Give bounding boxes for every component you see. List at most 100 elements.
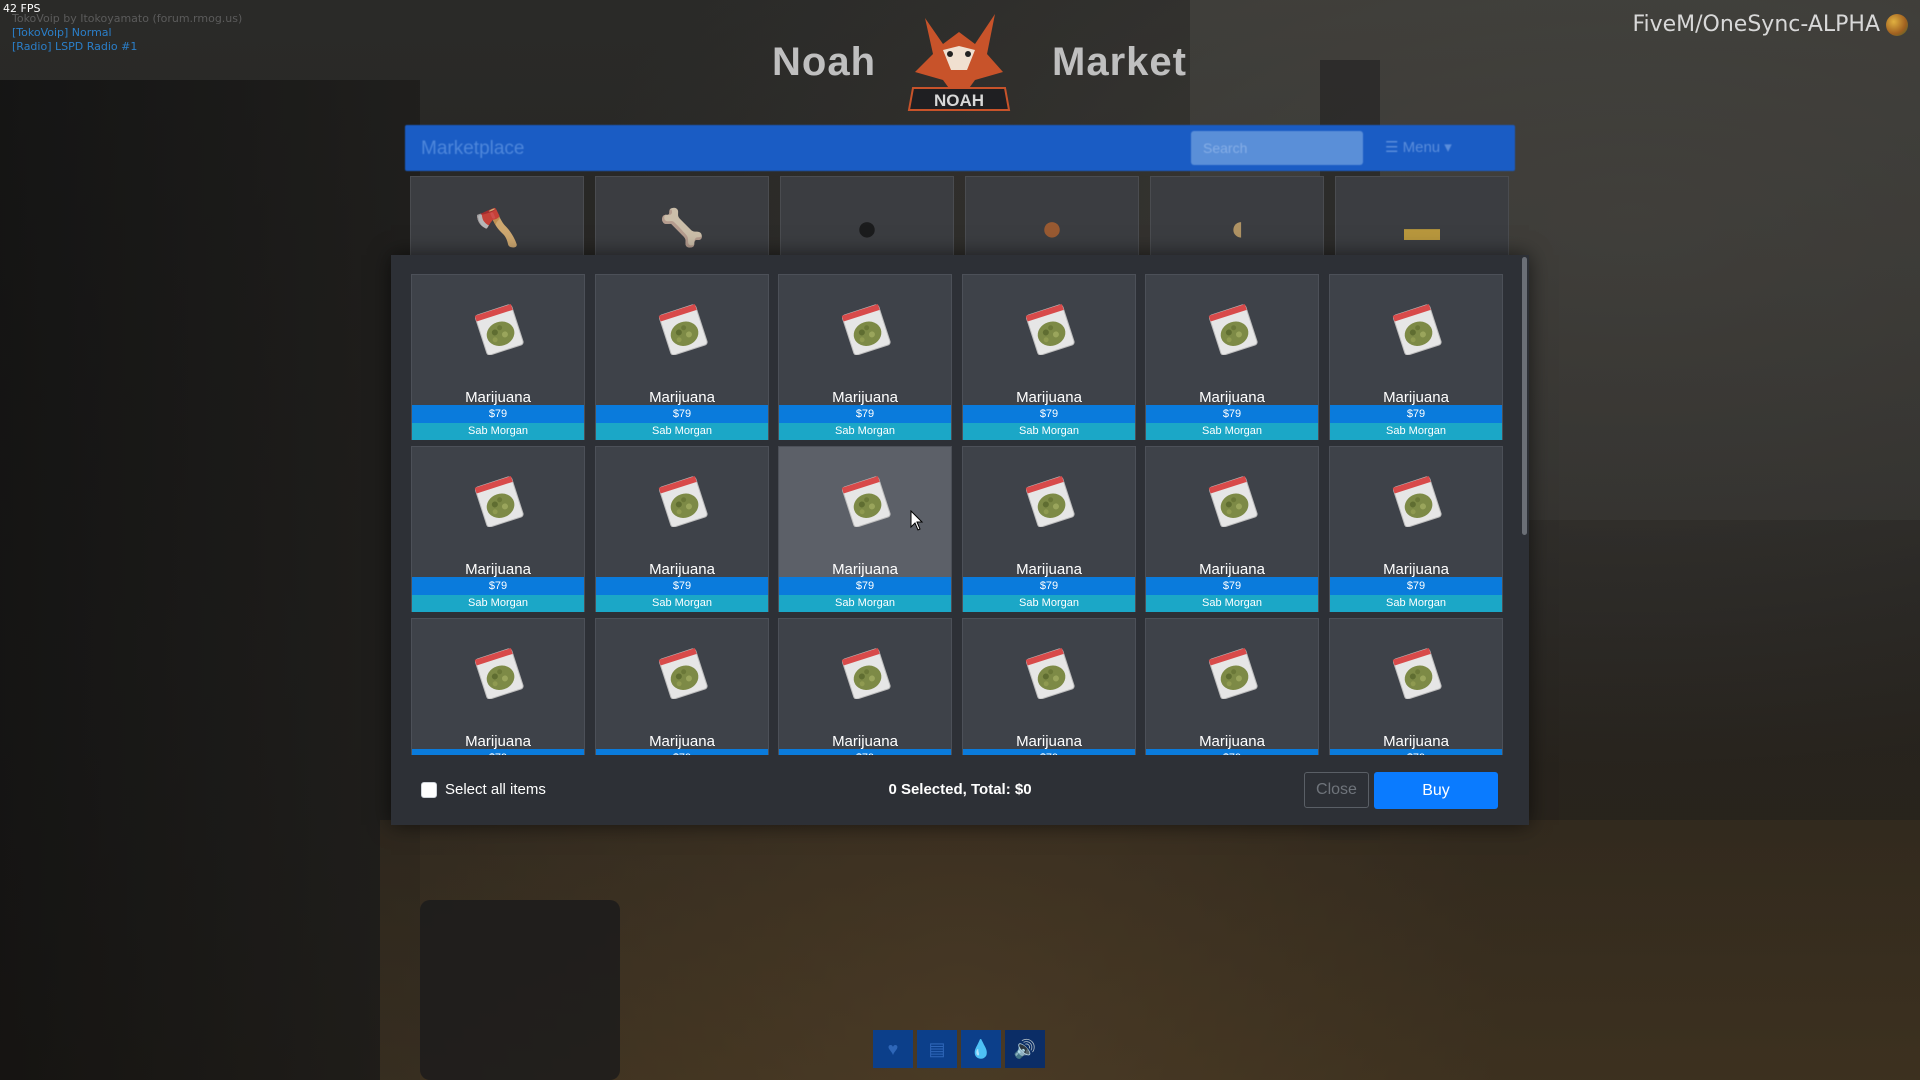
item-price: $79 xyxy=(1146,405,1318,423)
bone-icon: 🦴 xyxy=(595,176,769,256)
marijuana-bag-icon xyxy=(474,476,524,527)
close-button[interactable]: Close xyxy=(1304,772,1369,808)
marijuana-bag-icon xyxy=(1208,476,1258,527)
item-card[interactable]: Marijuana$79Sab Morgan xyxy=(411,274,585,440)
item-price: $79 xyxy=(412,405,584,423)
brand-title-left: Noah xyxy=(772,40,876,84)
food-icon: ▤ xyxy=(917,1030,957,1068)
item-seller: Sab Morgan xyxy=(1330,423,1502,440)
marijuana-bag-icon xyxy=(1025,304,1075,355)
item-seller: Sab Morgan xyxy=(1146,423,1318,440)
item-card[interactable]: Marijuana$79Sab Morgan xyxy=(595,446,769,612)
item-card[interactable]: Marijuana$79Sab Morgan xyxy=(595,618,769,755)
marijuana-bag-icon xyxy=(658,476,708,527)
item-name: Marijuana xyxy=(1016,733,1082,750)
marijuana-bag-icon xyxy=(1025,476,1075,527)
item-card[interactable]: Marijuana$79Sab Morgan xyxy=(1145,618,1319,755)
item-name: Marijuana xyxy=(832,389,898,406)
item-card[interactable]: Marijuana$79Sab Morgan xyxy=(1145,274,1319,440)
hatchet-icon: 🪓 xyxy=(410,176,584,256)
modal-body[interactable]: Marijuana $79 Sab Morgan Marijuana $79 Sab Mo… xyxy=(391,255,1529,755)
background-wall xyxy=(0,80,420,1080)
item-seller: Sab Morgan xyxy=(596,595,768,612)
item-name: Marijuana xyxy=(649,733,715,750)
voip-overlay: TokoVoip by Itokoyamato (forum.rmog.us) … xyxy=(12,12,242,54)
radio-channel: [Radio] LSPD Radio #1 xyxy=(12,40,138,53)
item-seller: Sab Morgan xyxy=(779,423,951,440)
marijuana-bag-icon xyxy=(1392,304,1442,355)
item-seller: Sab Morgan xyxy=(412,595,584,612)
scrollbar-thumb[interactable] xyxy=(1522,257,1527,535)
item-card[interactable]: Marijuana$79Sab Morgan xyxy=(411,618,585,755)
item-price: $79 xyxy=(963,577,1135,595)
item-name: Marijuana xyxy=(832,733,898,750)
fox-logo-icon: NOAH xyxy=(907,14,1011,111)
item-seller: Sab Morgan xyxy=(963,423,1135,440)
modal-footer: Select all items 0 Selected, Total: $0 C… xyxy=(391,755,1529,825)
coal-icon: ● xyxy=(780,176,954,256)
item-name: Marijuana xyxy=(465,733,531,750)
marijuana-bag-icon xyxy=(658,304,708,355)
item-name: Marijuana xyxy=(649,561,715,578)
item-price: $79 xyxy=(963,405,1135,423)
item-name: Marijuana xyxy=(1199,733,1265,750)
item-card[interactable]: Marijuana$79Sab Morgan xyxy=(962,618,1136,755)
item-name: Marijuana xyxy=(1383,389,1449,406)
item-price: $79 xyxy=(779,405,951,423)
item-card[interactable]: Marijuana$79Sab Morgan xyxy=(1329,446,1503,612)
item-seller: Sab Morgan xyxy=(779,595,951,612)
item-name: Marijuana xyxy=(832,561,898,578)
item-card[interactable]: Marijuana$79Sab Morgan xyxy=(1145,446,1319,612)
search-input[interactable] xyxy=(1191,131,1363,165)
heart-icon: ♥ xyxy=(873,1030,913,1068)
server-name: FiveM/OneSync-ALPHA xyxy=(1632,12,1880,37)
item-card[interactable]: Marijuana$79Sab Morgan xyxy=(962,446,1136,612)
marketplace-navbar: Marketplace ☰ Menu ▾ xyxy=(405,125,1515,171)
item-name: Marijuana xyxy=(1016,389,1082,406)
gold-bar-icon: ▬ xyxy=(1335,176,1509,256)
marijuana-bag-icon xyxy=(1208,304,1258,355)
item-card[interactable]: Marijuana$79Sab Morgan xyxy=(778,618,952,755)
item-seller: Sab Morgan xyxy=(412,423,584,440)
item-name: Marijuana xyxy=(1016,561,1082,578)
brand-title-right: Market xyxy=(1052,40,1187,84)
item-seller: Sab Morgan xyxy=(596,423,768,440)
marijuana-bag-icon xyxy=(1025,648,1075,699)
purchase-modal: Marijuana $79 Sab Morgan Marijuana $79 Sab Mo… xyxy=(391,255,1529,825)
buy-button[interactable]: Buy xyxy=(1374,772,1498,809)
background-item-tiles: 🪓 🦴 ● ● ◖ ▬ xyxy=(410,176,1510,256)
logo-text: NOAH xyxy=(934,91,984,110)
item-card[interactable]: Marijuana$79Sab Morgan xyxy=(962,274,1136,440)
marijuana-bag-icon xyxy=(1392,648,1442,699)
navbar-title: Marketplace xyxy=(421,138,525,159)
marijuana-bag-icon xyxy=(841,304,891,355)
item-seller: Sab Morgan xyxy=(1146,595,1318,612)
item-card[interactable]: Marijuana$79Sab Morgan xyxy=(1329,274,1503,440)
item-name: Marijuana xyxy=(1199,561,1265,578)
item-price: $79 xyxy=(1330,405,1502,423)
item-name: Marijuana xyxy=(1383,733,1449,750)
item-card[interactable]: Marijuana$79Sab Morgan xyxy=(411,446,585,612)
server-logo-icon xyxy=(1886,14,1908,36)
bread-icon: ◖ xyxy=(1150,176,1324,256)
background-chair xyxy=(420,900,620,1080)
item-card[interactable]: Marijuana$79Sab Morgan xyxy=(778,446,952,612)
item-name: Marijuana xyxy=(465,389,531,406)
marijuana-bag-icon xyxy=(1392,476,1442,527)
voice-icon: 🔊 xyxy=(1005,1030,1045,1068)
item-price: $79 xyxy=(1330,577,1502,595)
item-name: Marijuana xyxy=(1383,561,1449,578)
item-price: $79 xyxy=(596,577,768,595)
item-card[interactable]: Marijuana$79Sab Morgan xyxy=(1329,618,1503,755)
item-card[interactable]: Marijuana$79Sab Morgan xyxy=(595,274,769,440)
item-price: $79 xyxy=(779,577,951,595)
marijuana-bag-icon xyxy=(1208,648,1258,699)
player-status-bar: ♥ ▤ 💧 🔊 xyxy=(873,1030,1045,1068)
item-price: $79 xyxy=(412,577,584,595)
marijuana-bag-icon xyxy=(474,304,524,355)
item-price: $79 xyxy=(596,405,768,423)
item-card[interactable]: Marijuana$79Sab Morgan xyxy=(778,274,952,440)
meat-icon: ● xyxy=(965,176,1139,256)
menu-dropdown[interactable]: ☰ Menu ▾ xyxy=(1385,138,1452,156)
marijuana-bag-icon xyxy=(658,648,708,699)
